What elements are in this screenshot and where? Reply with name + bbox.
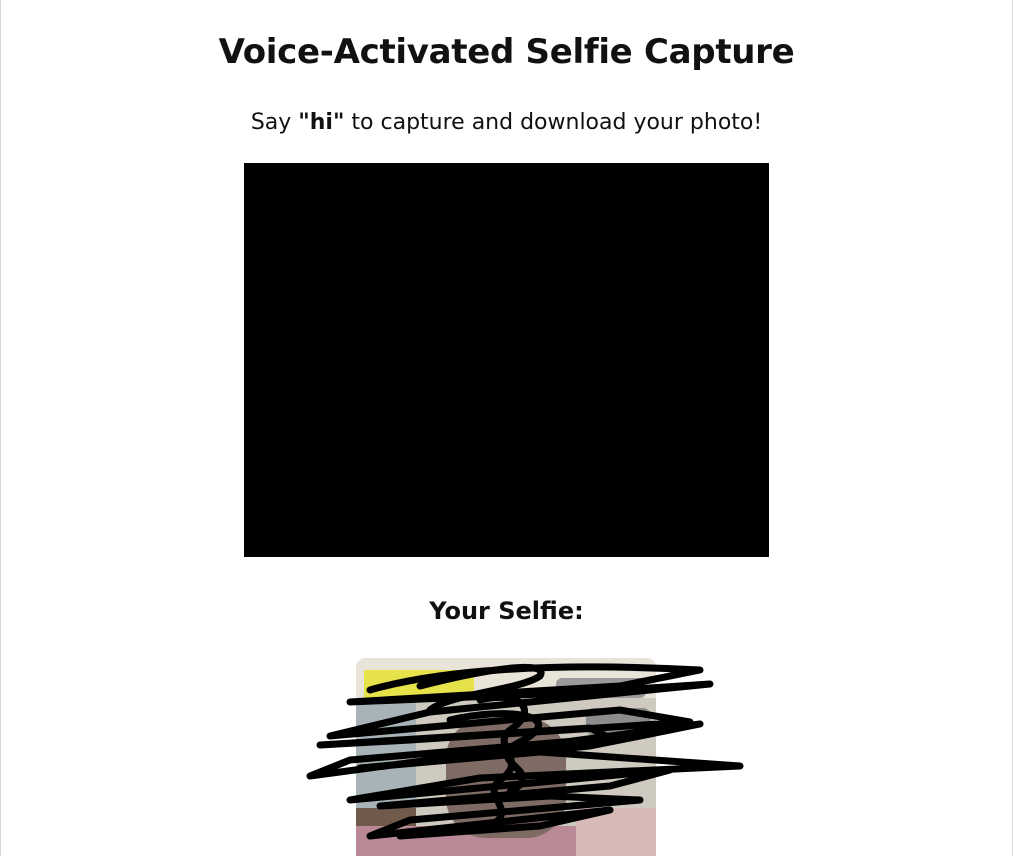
instruction-prefix: Say (250, 110, 299, 135)
page-title: Voice-Activated Selfie Capture (218, 32, 795, 72)
instruction-suffix: to capture and download your photo! (344, 110, 763, 135)
camera-video-feed (244, 163, 769, 557)
instructions: Say "hi" to capture and download your ph… (0, 110, 1013, 135)
instruction-keyword: "hi" (298, 110, 345, 135)
page: Voice-Activated Selfie Capture Say "hi" … (0, 0, 1013, 856)
redaction-scribble (306, 663, 744, 840)
selfie-heading: Your Selfie: (429, 597, 584, 625)
